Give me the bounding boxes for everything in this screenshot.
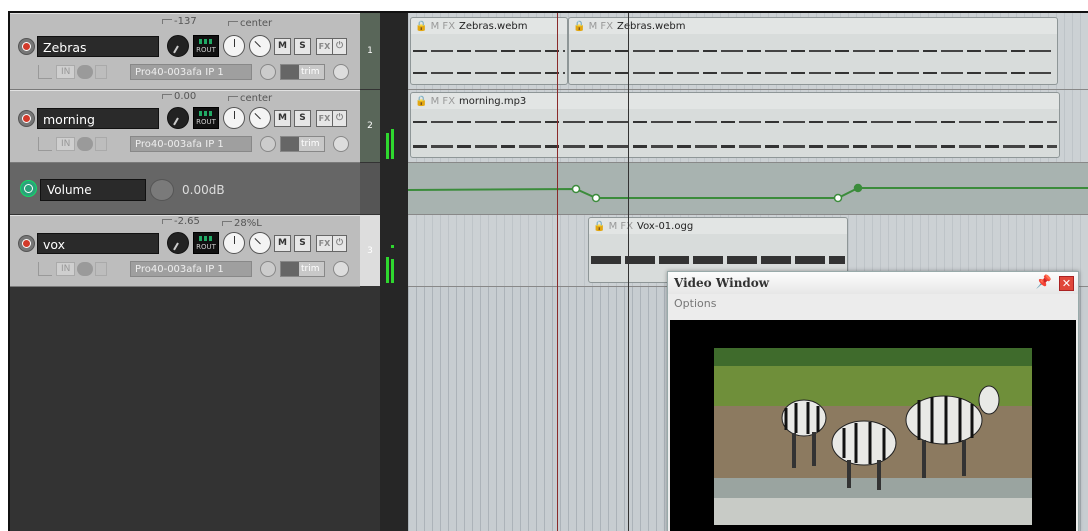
media-item[interactable]: 🔒 M FX Zebras.webm [410, 17, 568, 85]
track-name-field[interactable]: Zebras [37, 35, 159, 57]
reaper-window: -137 center Zebras ROUT M S FX ⏻ IN Pro4… [0, 0, 1088, 531]
track-number[interactable]: 1 [360, 13, 380, 90]
solo-button[interactable]: S [294, 234, 311, 252]
phase-icon[interactable] [332, 261, 349, 277]
meter-peak [391, 245, 394, 248]
meter-column [380, 13, 408, 531]
item-icons: 🔒 M FX [573, 20, 614, 32]
mute-button[interactable]: M [274, 234, 291, 252]
meter-right [391, 129, 394, 159]
envelope-icon [281, 65, 299, 79]
envelope-trim-button[interactable]: trim [280, 64, 325, 80]
pan-label: center [228, 93, 272, 104]
envelope-knob[interactable] [150, 179, 174, 201]
item-label: Vox-01.ogg [637, 220, 694, 232]
envelope-icon [281, 137, 299, 151]
solo-button[interactable]: S [294, 37, 311, 55]
main-frame: -137 center Zebras ROUT M S FX ⏻ IN Pro4… [8, 11, 1088, 531]
volume-knob[interactable] [167, 232, 189, 254]
pin-icon[interactable]: 📌 [1036, 275, 1052, 290]
fx-name-label[interactable]: Pro40-003afa IP 1 [130, 64, 252, 80]
video-window-title[interactable]: Video Window [668, 272, 1078, 294]
options-menu[interactable]: Options [668, 294, 1078, 314]
volume-knob-white[interactable] [223, 232, 245, 254]
envelope-arm-button[interactable] [20, 180, 37, 197]
video-screen [670, 320, 1076, 531]
pan-label: 28%L [222, 218, 262, 229]
track-number[interactable]: 3 [360, 215, 380, 287]
pan-knob[interactable] [249, 35, 271, 57]
track-control-panel: -137 center Zebras ROUT M S FX ⏻ IN Pro4… [10, 13, 360, 531]
arrange-view[interactable]: 🔒 M FX Zebras.webm 🔒 M FX Zebras.webm 🔒 M … [408, 13, 1088, 531]
fx-button[interactable]: FX [316, 234, 333, 252]
fx-bypass-icon[interactable]: ⏻ [333, 109, 347, 127]
route-button[interactable]: ROUT [193, 35, 219, 57]
track-3[interactable]: -2.65 28%L vox ROUT M S FX ⏻ IN Pro40-00… [10, 215, 360, 287]
fx-bypass-icon[interactable]: ⏻ [333, 37, 347, 55]
volume-label: 0.00 [162, 91, 196, 102]
media-item[interactable]: 🔒 M FX morning.mp3 [410, 92, 1060, 158]
fx-button[interactable]: FX [316, 109, 333, 127]
volume-knob-white[interactable] [223, 107, 245, 129]
track-1[interactable]: -137 center Zebras ROUT M S FX ⏻ IN Pro4… [10, 13, 360, 90]
item-icons: 🔒 M FX [415, 95, 456, 107]
record-arm-button[interactable] [18, 234, 35, 252]
mute-button[interactable]: M [274, 37, 291, 55]
envelope-value: 0.00dB [182, 183, 225, 197]
track-name-field[interactable]: morning [37, 107, 159, 129]
pan-knob[interactable] [249, 107, 271, 129]
input-routing[interactable]: IN [38, 136, 130, 152]
pan-label: center [228, 18, 272, 29]
item-icons: 🔒 M FX [415, 20, 456, 32]
fx-button[interactable]: FX [316, 37, 333, 55]
pan-knob[interactable] [249, 232, 271, 254]
close-icon[interactable]: ✕ [1059, 276, 1074, 291]
edit-cursor[interactable] [557, 13, 558, 531]
envelope-number-cell [360, 163, 380, 215]
envelope-icon [281, 262, 299, 276]
meter-left [386, 133, 389, 159]
route-button[interactable]: ROUT [193, 232, 219, 254]
track-2[interactable]: 0.00 center morning ROUT M S FX ⏻ IN Pro… [10, 90, 360, 163]
zebra-video-frame [714, 348, 1032, 525]
envelope-trim-button[interactable]: trim [280, 261, 325, 277]
fx-dropdown-icon[interactable] [260, 64, 276, 80]
volume-envelope-lane[interactable]: Volume 0.00dB [10, 163, 360, 215]
record-arm-button[interactable] [18, 109, 35, 127]
volume-knob-white[interactable] [223, 35, 245, 57]
fx-name-label[interactable]: Pro40-003afa IP 1 [130, 136, 252, 152]
phase-icon[interactable] [332, 64, 349, 80]
fx-bypass-icon[interactable]: ⏻ [333, 234, 347, 252]
media-item[interactable]: 🔒 M FX Zebras.webm [568, 17, 1058, 85]
item-label: morning.mp3 [459, 95, 527, 107]
fx-name-label[interactable]: Pro40-003afa IP 1 [130, 261, 252, 277]
volume-label: -2.65 [162, 216, 200, 227]
volume-knob[interactable] [167, 107, 189, 129]
fx-dropdown-icon[interactable] [260, 261, 276, 277]
mute-button[interactable]: M [274, 109, 291, 127]
track-number[interactable]: 2 [360, 90, 380, 163]
volume-knob[interactable] [167, 35, 189, 57]
meter-left [386, 257, 389, 283]
envelope-name: Volume [40, 179, 146, 201]
track-number-strip: 1 2 3 [360, 13, 380, 531]
volume-label: -137 [162, 16, 197, 27]
track-name-field[interactable]: vox [37, 232, 159, 254]
phase-icon[interactable] [332, 136, 349, 152]
envelope-trim-button[interactable]: trim [280, 136, 325, 152]
solo-button[interactable]: S [294, 109, 311, 127]
input-routing[interactable]: IN [38, 261, 130, 277]
video-window[interactable]: Video Window 📌 ✕ Options [667, 271, 1079, 531]
play-cursor[interactable] [628, 13, 629, 531]
input-routing[interactable]: IN [38, 64, 130, 80]
record-arm-button[interactable] [18, 37, 35, 55]
route-button[interactable]: ROUT [193, 107, 219, 129]
meter-right [391, 259, 394, 283]
volume-envelope-curve[interactable] [408, 163, 1088, 215]
item-label: Zebras.webm [459, 20, 528, 32]
fx-dropdown-icon[interactable] [260, 136, 276, 152]
